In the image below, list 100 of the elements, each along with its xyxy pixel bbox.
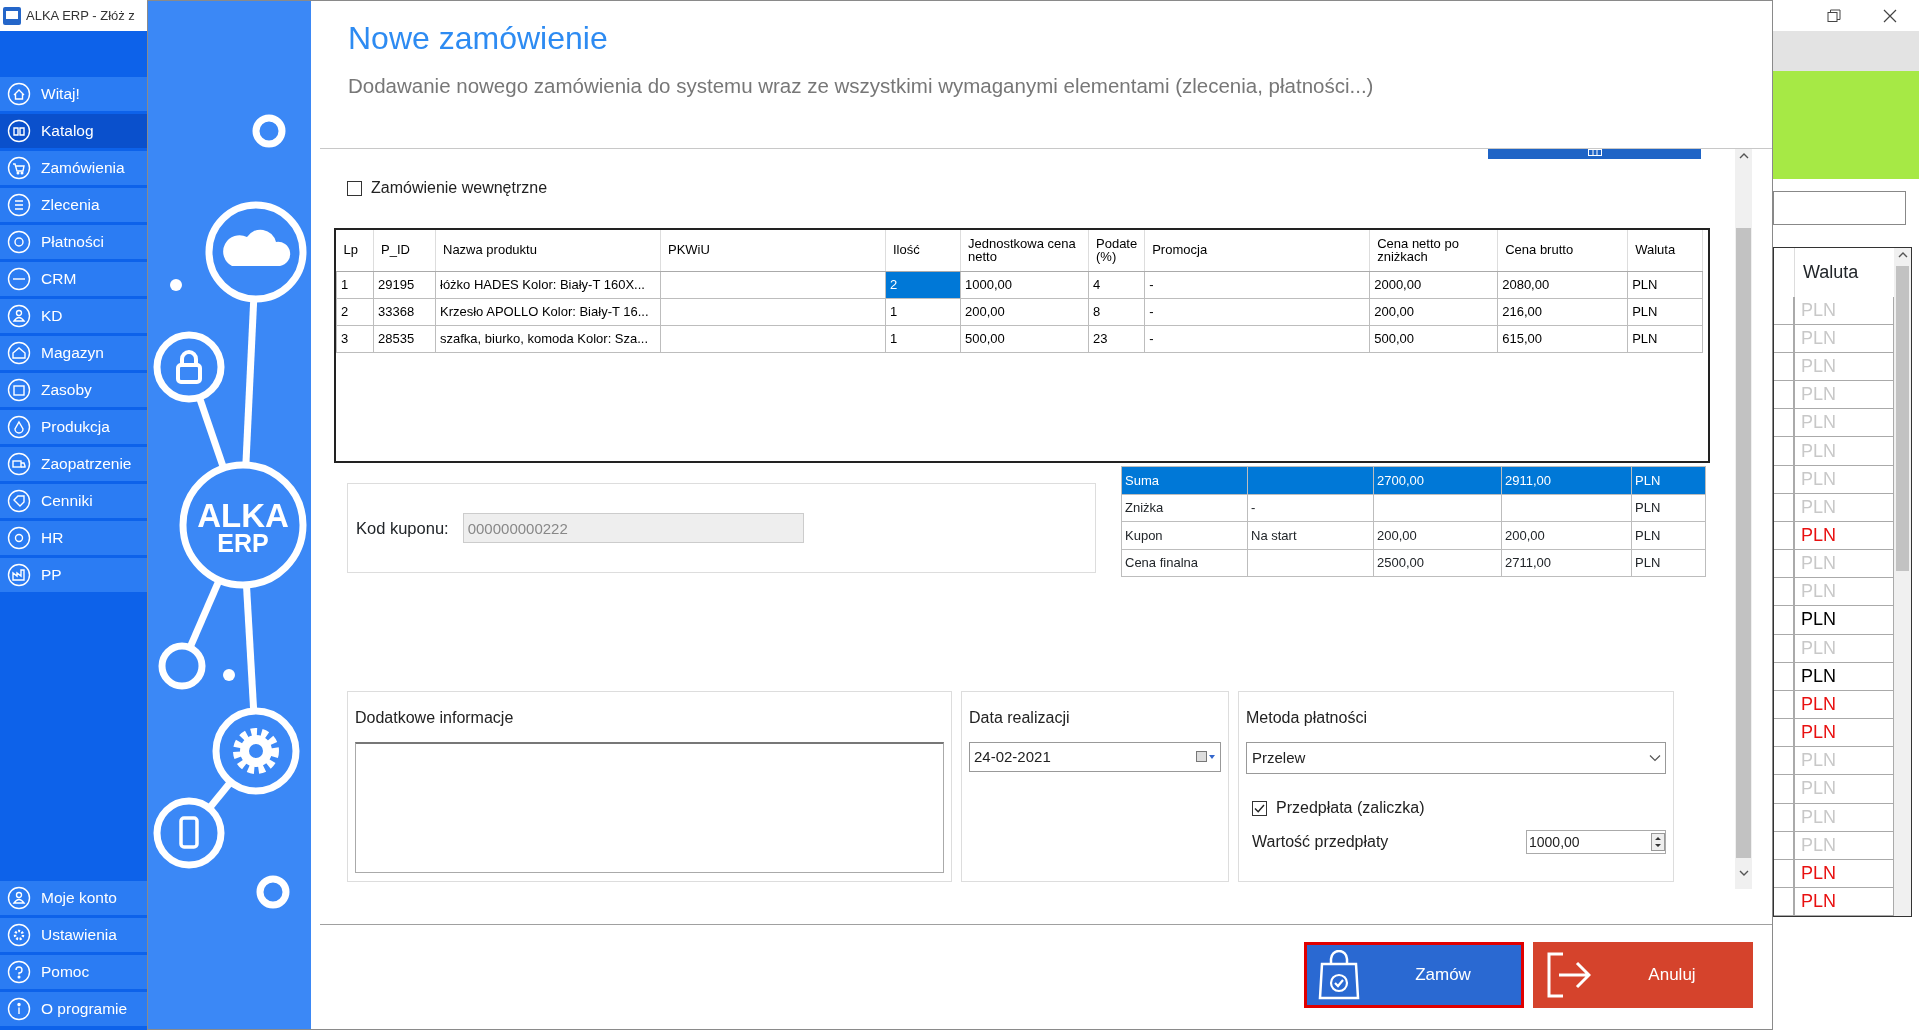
sidebar-item[interactable]: Magazyn [0, 336, 147, 370]
dialog-title: Nowe zamówienie [348, 19, 609, 58]
table-cell: 23 [1088, 325, 1145, 352]
column-header[interactable]: Cena netto po zniżkach [1369, 230, 1498, 271]
sidebar-item[interactable]: Płatności [0, 225, 147, 259]
sidebar-item[interactable]: Katalog [0, 114, 147, 148]
table-cell: 2 [336, 298, 374, 325]
column-header[interactable]: Nazwa produktu [435, 230, 661, 271]
sidebar-item[interactable]: Zamówienia [0, 151, 147, 185]
exit-icon [1545, 950, 1591, 1000]
table-cell: 28535 [373, 325, 436, 352]
table-cell: PLN [1631, 521, 1706, 549]
field-label: Kod kuponu: [356, 517, 449, 539]
table-cell: 29195 [373, 271, 436, 298]
table-cell [1774, 521, 1794, 551]
table-cell [1774, 887, 1794, 916]
table-cell: 1 [336, 271, 374, 298]
table-cell: 200,00 [960, 298, 1089, 325]
table-cell [1774, 690, 1794, 720]
table-cell: 4 [1088, 271, 1145, 298]
column-header[interactable]: Lp [336, 230, 374, 271]
table-cell[interactable]: 1 [885, 325, 961, 352]
table-cell: PLN [1627, 325, 1703, 352]
column-header[interactable]: Podate (%) [1088, 230, 1145, 271]
scrollbar[interactable] [1894, 248, 1911, 916]
table-cell: PLN [1627, 271, 1703, 298]
sidebar-item[interactable]: Zlecenia [0, 188, 147, 222]
table-cell: Kupon [1121, 521, 1248, 549]
table-cell [1774, 437, 1794, 466]
sidebar-item[interactable]: O programie [0, 992, 147, 1026]
table-cell: Zniżka [1121, 494, 1248, 522]
sidebar-item[interactable]: Zaopatrzenie [0, 447, 147, 481]
table-cell: 200,00 [1501, 521, 1632, 549]
table-cell [1774, 409, 1794, 438]
table-cell [1774, 296, 1794, 325]
input-field[interactable] [1773, 191, 1906, 225]
payment-dropdown[interactable]: Przelew [1246, 742, 1666, 774]
table-cell[interactable]: 1 [885, 298, 961, 325]
table-cell [1774, 550, 1794, 579]
table-cell: Cena finalna [1121, 549, 1248, 577]
cancel-button[interactable]: Anuluj [1533, 942, 1753, 1008]
sidebar-item[interactable]: Produkcja [0, 410, 147, 444]
restore-icon[interactable] [1827, 8, 1841, 23]
sidebar-item[interactable]: Cenniki [0, 484, 147, 518]
column-header[interactable]: Cena brutto [1497, 230, 1628, 271]
order-button[interactable]: Zamów [1304, 942, 1524, 1008]
table-row[interactable]: Kupon Na start 200,00 200,00 PLN [1121, 521, 1706, 549]
panel-title: Metoda płatności [1246, 708, 1368, 728]
column-header[interactable]: Promocja [1144, 230, 1370, 271]
scrollbar[interactable] [1735, 149, 1752, 889]
coupon-field[interactable]: 000000000222 [462, 513, 804, 543]
help-icon [7, 960, 31, 984]
scroll-thumb[interactable] [1736, 228, 1751, 858]
drop-icon [7, 415, 31, 439]
table-cell: 2080,00 [1497, 271, 1628, 298]
table-cell [1774, 747, 1794, 776]
column-header[interactable]: Ilość [885, 230, 961, 271]
house-icon [7, 341, 31, 365]
list-icon [7, 193, 31, 217]
info-icon [7, 997, 31, 1021]
ring-icon [7, 267, 31, 291]
sidebar-item[interactable]: HR [0, 521, 147, 555]
table-cell: 2911,00 [1501, 466, 1632, 494]
table-cell: 200,00 [1369, 298, 1498, 325]
column-header[interactable]: PKWiU [660, 230, 886, 271]
table-cell [1774, 324, 1794, 353]
sidebar-item[interactable]: CRM [0, 262, 147, 296]
sidebar-item[interactable]: KD [0, 299, 147, 333]
date-field[interactable]: 24-02-2021 [969, 742, 1221, 772]
coin-icon [7, 230, 31, 254]
checkbox[interactable] [1252, 800, 1267, 816]
chevron-icon [1649, 754, 1661, 762]
table-cell[interactable]: 2 [885, 271, 961, 298]
table-cell: 1000,00 [960, 271, 1089, 298]
table-cell [1774, 662, 1794, 691]
table-row[interactable]: Cena finalna 2500,00 2711,00 PLN [1121, 549, 1706, 577]
sidebar-item[interactable]: Ustawienia [0, 918, 147, 952]
column-header[interactable]: P_ID [373, 230, 436, 271]
scroll-thumb[interactable] [1896, 266, 1909, 571]
app-icon [3, 6, 21, 25]
table-cell: PLN [1631, 494, 1706, 522]
number-field[interactable]: 1000,00 [1526, 830, 1666, 854]
column-header[interactable]: Waluta [1627, 230, 1703, 271]
sidebar-item[interactable]: Witaj! [0, 77, 147, 111]
close-icon[interactable] [1883, 8, 1897, 23]
checkbox[interactable] [347, 180, 362, 196]
column-header[interactable]: Jednostkowa cena netto [960, 230, 1089, 271]
table-cell: 8 [1088, 298, 1145, 325]
table-cell: 33368 [373, 298, 436, 325]
table-row[interactable]: Zniżka - PLN [1121, 494, 1706, 522]
table-cell [1774, 775, 1794, 804]
text-area[interactable] [355, 742, 944, 873]
sidebar-item[interactable]: Pomoc [0, 955, 147, 989]
sidebar-item[interactable]: Zasoby [0, 373, 147, 407]
sidebar-item[interactable]: Moje konto [0, 881, 147, 915]
dialog-subtitle: Dodawanie nowego zamówienia do systemu wraz ze wszystkimi wymaganymi elementami (zlecenia, płatności...) [348, 73, 1375, 100]
sidebar-item[interactable]: PP [0, 558, 147, 592]
bag-icon [1316, 950, 1362, 1000]
table-row[interactable]: Suma 2700,00 2911,00 PLN [1121, 466, 1706, 494]
table-cell: - [1144, 271, 1370, 298]
